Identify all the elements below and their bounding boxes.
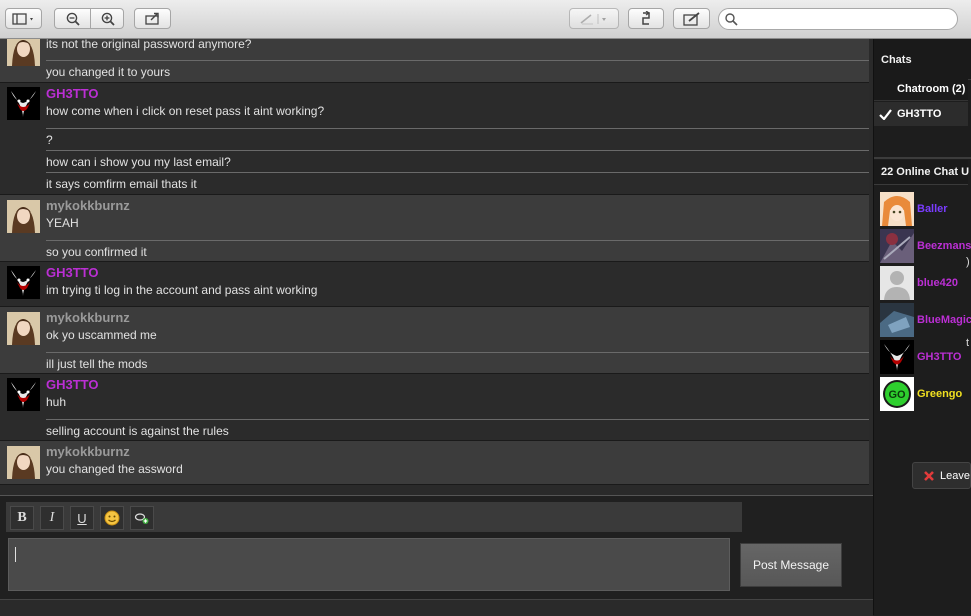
share-icon <box>144 12 159 25</box>
clipped-text: t <box>966 337 970 349</box>
sidebar-icon <box>11 12 33 25</box>
message-group: mykokkburnz YEAH so you confirmed it <box>0 195 869 262</box>
mask-avatar <box>880 339 914 374</box>
message-text: im trying ti log in the account and pass… <box>46 283 318 297</box>
markup-pen-button[interactable] <box>569 8 619 29</box>
message-text: ? <box>46 128 869 150</box>
emoji-button[interactable] <box>100 506 124 530</box>
message-text: you changed the assword <box>46 462 183 476</box>
text-caret <box>15 547 16 562</box>
image-add-icon <box>134 513 149 524</box>
italic-button[interactable]: I <box>40 506 64 530</box>
username[interactable]: GH3TTO <box>46 86 99 101</box>
message-group: GH3TTO im trying ti log in the account a… <box>0 262 869 307</box>
room-label: GH3TTO <box>897 108 942 120</box>
message-text: you changed it to yours <box>46 60 869 82</box>
underline-button[interactable]: U <box>70 506 94 530</box>
online-username: Beezmans <box>917 239 971 252</box>
go-avatar: GO <box>880 376 914 411</box>
message-group: GH3TTO how come when i click on reset pa… <box>0 83 869 195</box>
room-item-chatroom[interactable]: Chatroom (2) <box>874 77 968 101</box>
rotate-icon <box>642 11 651 25</box>
dark-avatar <box>880 228 914 263</box>
message-text: ok yo uscammed me <box>46 328 157 342</box>
search-input[interactable] <box>742 11 956 27</box>
rotate-button[interactable] <box>628 8 664 29</box>
online-user[interactable]: BlueMagic <box>880 302 971 337</box>
username[interactable]: GH3TTO <box>46 377 99 392</box>
online-user[interactable]: Baller <box>880 191 971 226</box>
sidebar-toggle-button[interactable] <box>5 8 42 29</box>
search-field[interactable] <box>718 8 958 30</box>
message-text: huh <box>46 395 67 409</box>
insert-image-button[interactable] <box>130 506 154 530</box>
formatting-toolbar: B I U <box>6 502 742 532</box>
app-toolbar <box>0 0 971 39</box>
checkmark-icon <box>879 108 892 120</box>
message-group: mykokkburnz ok yo uscammed me ill just t… <box>0 307 869 374</box>
clipped-text: ) <box>966 256 970 268</box>
chat-sidebar: Chats Chatroom (2) GH3TTO 22 Online Chat… <box>873 39 971 615</box>
username[interactable]: GH3TTO <box>46 265 99 280</box>
online-user[interactable]: blue420 <box>880 265 971 300</box>
online-user[interactable]: Beezmans <box>880 228 971 263</box>
edit-button[interactable] <box>673 8 710 29</box>
pen-icon <box>580 13 606 24</box>
message-text: ill just tell the mods <box>46 352 869 374</box>
message-text: how can i show you my last email? <box>46 150 869 172</box>
online-username: BlueMagic <box>917 313 971 326</box>
leave-label: Leave <box>940 469 970 482</box>
user-avatar <box>7 200 40 233</box>
online-username: blue420 <box>917 276 958 289</box>
user-avatar <box>7 266 40 299</box>
message-composer: B I U Post Message <box>0 495 873 600</box>
chat-messages[interactable]: its not the original password anymore? y… <box>0 39 873 495</box>
message-text: it says comfirm email thats it <box>46 172 869 194</box>
zoom-in-icon <box>101 12 115 26</box>
chats-heading: Chats <box>881 54 912 66</box>
username[interactable]: mykokkburnz <box>46 198 130 213</box>
zoom-out-button[interactable] <box>55 9 90 28</box>
anime-avatar <box>880 191 914 226</box>
message-group: its not the original password anymore? y… <box>0 39 869 83</box>
online-username: GH3TTO <box>917 350 962 363</box>
message-text: how come when i click on reset pass it a… <box>46 104 325 118</box>
share-button[interactable] <box>134 8 171 29</box>
room-label: Chatroom (2) <box>897 82 966 95</box>
bold-button[interactable]: B <box>10 506 34 530</box>
default-avatar <box>880 265 914 300</box>
message-text: its not the original password anymore? <box>46 39 252 51</box>
user-avatar <box>7 446 40 479</box>
message-group: mykokkburnz you changed the assword <box>0 441 869 485</box>
online-users-heading: 22 Online Chat U <box>881 166 970 178</box>
leave-button[interactable]: Leave <box>912 462 971 489</box>
post-message-button[interactable]: Post Message <box>740 543 842 587</box>
message-group: GH3TTO huh selling account is against th… <box>0 374 869 441</box>
message-text: selling account is against the rules <box>46 419 869 441</box>
search-icon <box>725 12 738 26</box>
zoom-out-icon <box>66 12 80 26</box>
username[interactable]: mykokkburnz <box>46 444 130 459</box>
message-input[interactable] <box>8 538 730 591</box>
blue-avatar <box>880 302 914 337</box>
status-strip <box>0 599 873 616</box>
close-icon <box>924 470 934 481</box>
username[interactable]: mykokkburnz <box>46 310 130 325</box>
svg-text:GO: GO <box>888 389 906 401</box>
message-text: YEAH <box>46 216 79 230</box>
user-avatar <box>7 87 40 120</box>
online-username: Baller <box>917 202 948 215</box>
online-username: Greengo <box>917 387 963 400</box>
message-text: so you confirmed it <box>46 240 869 262</box>
zoom-in-button[interactable] <box>91 9 124 28</box>
user-avatar <box>7 312 40 345</box>
zoom-group <box>54 8 124 29</box>
online-user[interactable]: GH3TTO <box>880 339 971 374</box>
room-item-gh3tto[interactable]: GH3TTO <box>874 102 968 126</box>
edit-icon <box>682 11 700 26</box>
user-avatar <box>7 39 40 66</box>
smiley-icon <box>104 510 120 526</box>
online-user[interactable]: GO Greengo <box>880 376 971 411</box>
user-avatar <box>7 378 40 411</box>
